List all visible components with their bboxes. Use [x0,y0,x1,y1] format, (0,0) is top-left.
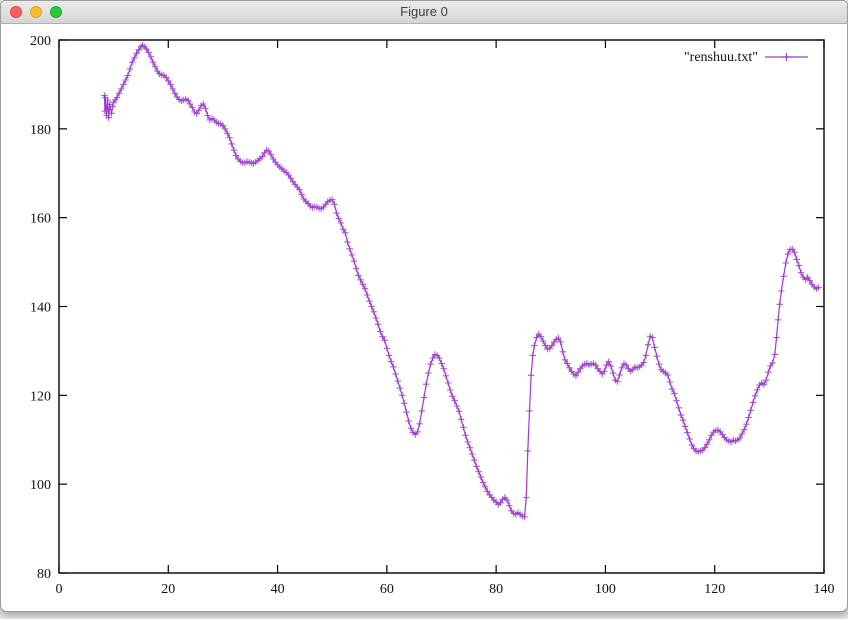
chart-canvas: 0 20 40 60 80 100 120 140 80 100 120 140 160 180 200 "… [1,24,847,611]
x-tick-label: 100 [595,582,616,597]
y-tick-label: 100 [30,478,51,493]
series-markers [101,42,822,520]
x-tick-label: 60 [380,582,394,597]
axes-frame: 0 20 40 60 80 100 120 140 80 100 120 140 160 180 200 [30,34,835,597]
y-tick-label: 120 [30,389,51,404]
x-tick-label: 20 [161,582,175,597]
x-tick-label: 0 [56,582,63,597]
x-tick-label: 80 [489,582,503,597]
x-tick-label: 120 [704,582,725,597]
x-tick-label: 40 [271,582,285,597]
legend: "renshuu.txt" [684,50,808,65]
titlebar[interactable]: Figure 0 [1,1,847,24]
y-tick-label: 200 [30,34,51,49]
data-series [101,42,822,520]
y-tick-label: 180 [30,123,51,138]
figure-window: Figure 0 0 20 40 60 80 100 120 140 80 100 120 140 16… [0,0,848,612]
plot-content: 0 20 40 60 80 100 120 140 80 100 120 140 160 180 200 "… [1,24,847,611]
plot-border [59,40,824,573]
legend-label: "renshuu.txt" [684,50,758,65]
legend-marker-sample [783,53,791,61]
y-tick-label: 160 [30,212,51,227]
y-tick-label: 140 [30,301,51,316]
y-tick-label: 80 [37,567,51,582]
window-title: Figure 0 [1,1,847,23]
x-tick-label: 140 [814,582,835,597]
